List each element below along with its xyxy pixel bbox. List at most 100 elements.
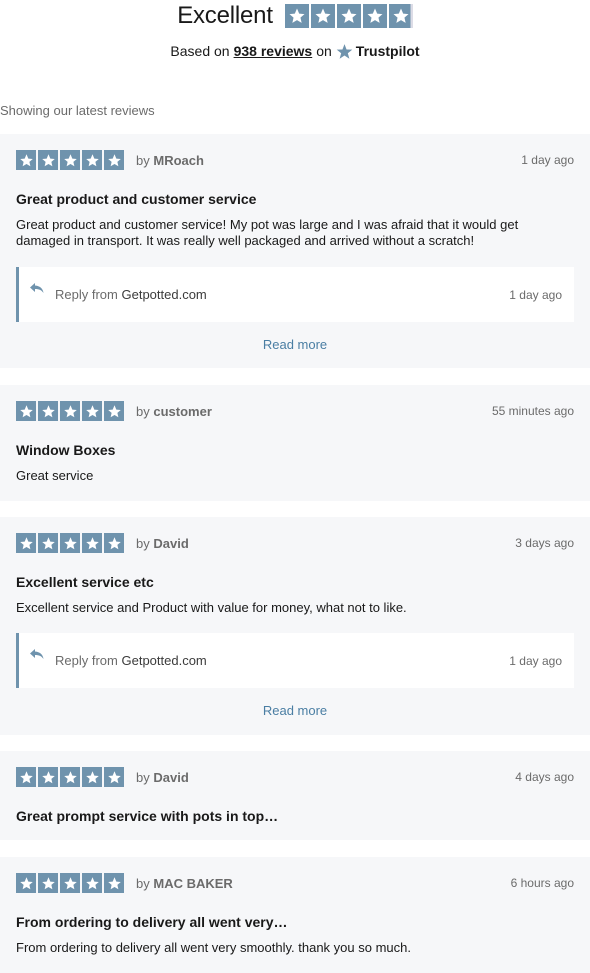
review-body: Excellent service and Product with value… bbox=[16, 600, 407, 615]
author-name: David bbox=[153, 769, 189, 785]
star-icon bbox=[310, 4, 335, 28]
review-body: Great service bbox=[16, 468, 94, 483]
reply-company: Getpotted.com bbox=[121, 653, 207, 668]
company-reply: Reply from Getpotted.com 1 day ago bbox=[16, 267, 574, 322]
review-card: by MAC BAKER 6 hours ago From ordering t… bbox=[0, 857, 590, 973]
star-icon bbox=[104, 533, 124, 553]
review-meta: by MRoach 1 day ago bbox=[16, 149, 574, 171]
reply-date: 1 day ago bbox=[509, 653, 562, 668]
star-icon bbox=[38, 401, 58, 421]
company-reply: Reply from Getpotted.com 1 day ago bbox=[16, 633, 574, 688]
reply-date: 1 day ago bbox=[509, 287, 562, 302]
by-label: by bbox=[136, 535, 150, 551]
star-icon bbox=[16, 150, 36, 170]
star-icon bbox=[82, 533, 102, 553]
star-icon bbox=[284, 4, 309, 28]
review-stars bbox=[16, 767, 124, 787]
read-more-link[interactable]: Read more bbox=[0, 337, 590, 352]
review-meta: by MAC BAKER 6 hours ago bbox=[16, 872, 574, 894]
review-body: From ordering to delivery all went very … bbox=[16, 940, 411, 955]
review-stars bbox=[16, 150, 124, 170]
review-card: by customer 55 minutes ago Window Boxes … bbox=[0, 385, 590, 501]
review-title[interactable]: Excellent service etc bbox=[16, 574, 154, 590]
reply-company: Getpotted.com bbox=[121, 287, 207, 302]
based-suffix: on bbox=[316, 43, 332, 59]
review-body: Great product and customer service! My p… bbox=[16, 217, 519, 248]
star-icon bbox=[104, 150, 124, 170]
review-author: by David bbox=[136, 770, 189, 785]
review-card: by David 4 days ago Great prompt service… bbox=[0, 751, 590, 840]
star-icon bbox=[38, 533, 58, 553]
star-icon bbox=[16, 401, 36, 421]
star-icon bbox=[104, 401, 124, 421]
star-icon bbox=[60, 401, 80, 421]
review-date: 4 days ago bbox=[515, 770, 574, 784]
review-meta: by David 4 days ago bbox=[16, 766, 574, 788]
review-meta: by customer 55 minutes ago bbox=[16, 400, 574, 422]
overall-stars bbox=[284, 4, 413, 28]
based-prefix: Based on bbox=[170, 43, 230, 59]
rating-summary: Excellent Based on 938 reviews on Trustp… bbox=[0, 0, 590, 64]
review-date: 6 hours ago bbox=[510, 876, 574, 890]
star-icon bbox=[60, 873, 80, 893]
star-icon bbox=[362, 4, 387, 28]
review-date: 1 day ago bbox=[521, 153, 574, 167]
reply-from: Reply from Getpotted.com bbox=[55, 287, 207, 302]
author-name: customer bbox=[153, 403, 212, 419]
review-author: by MAC BAKER bbox=[136, 876, 233, 891]
star-icon bbox=[336, 4, 361, 28]
list-caption: Showing our latest reviews bbox=[0, 103, 155, 118]
trustpilot-logo[interactable]: Trustpilot bbox=[336, 43, 420, 60]
star-icon bbox=[60, 150, 80, 170]
review-card: by David 3 days ago Excellent service et… bbox=[0, 517, 590, 735]
star-icon bbox=[16, 873, 36, 893]
by-label: by bbox=[136, 403, 150, 419]
review-stars bbox=[16, 873, 124, 893]
author-name: David bbox=[153, 535, 189, 551]
review-author: by MRoach bbox=[136, 153, 204, 168]
read-more-link[interactable]: Read more bbox=[0, 703, 590, 718]
based-on-line: Based on 938 reviews on Trustpilot bbox=[0, 38, 590, 64]
review-date: 55 minutes ago bbox=[491, 404, 574, 418]
star-icon bbox=[104, 873, 124, 893]
star-icon bbox=[16, 533, 36, 553]
review-count-link[interactable]: 938 reviews bbox=[234, 43, 313, 59]
review-title[interactable]: From ordering to delivery all went very… bbox=[16, 914, 288, 930]
review-author: by customer bbox=[136, 404, 212, 419]
reply-arrow-icon bbox=[30, 648, 44, 659]
review-stars bbox=[16, 401, 124, 421]
trustpilot-star-icon bbox=[336, 43, 353, 59]
author-name: MAC BAKER bbox=[153, 875, 233, 891]
review-stars bbox=[16, 533, 124, 553]
review-title[interactable]: Great product and customer service bbox=[16, 191, 256, 207]
rating-word: Excellent bbox=[177, 2, 273, 29]
star-icon bbox=[104, 767, 124, 787]
review-title[interactable]: Window Boxes bbox=[16, 442, 115, 458]
review-title[interactable]: Great prompt service with pots in top… bbox=[16, 808, 278, 824]
review-date: 3 days ago bbox=[515, 536, 574, 550]
star-icon bbox=[82, 873, 102, 893]
star-icon bbox=[60, 767, 80, 787]
reply-from: Reply from Getpotted.com bbox=[55, 653, 207, 668]
author-name: MRoach bbox=[153, 152, 204, 168]
star-icon bbox=[82, 150, 102, 170]
review-meta: by David 3 days ago bbox=[16, 532, 574, 554]
trustpilot-name: Trustpilot bbox=[355, 43, 420, 59]
review-author: by David bbox=[136, 536, 189, 551]
reply-prefix: Reply from bbox=[55, 653, 118, 668]
half-star-icon bbox=[388, 4, 413, 28]
star-icon bbox=[82, 401, 102, 421]
star-icon bbox=[38, 767, 58, 787]
by-label: by bbox=[136, 769, 150, 785]
star-icon bbox=[16, 767, 36, 787]
rating-row: Excellent bbox=[0, 2, 590, 30]
review-card: by MRoach 1 day ago Great product and cu… bbox=[0, 134, 590, 368]
star-icon bbox=[38, 873, 58, 893]
by-label: by bbox=[136, 152, 150, 168]
star-icon bbox=[82, 767, 102, 787]
reply-arrow-icon bbox=[30, 282, 44, 293]
star-icon bbox=[60, 533, 80, 553]
star-icon bbox=[38, 150, 58, 170]
reply-prefix: Reply from bbox=[55, 287, 118, 302]
by-label: by bbox=[136, 875, 150, 891]
